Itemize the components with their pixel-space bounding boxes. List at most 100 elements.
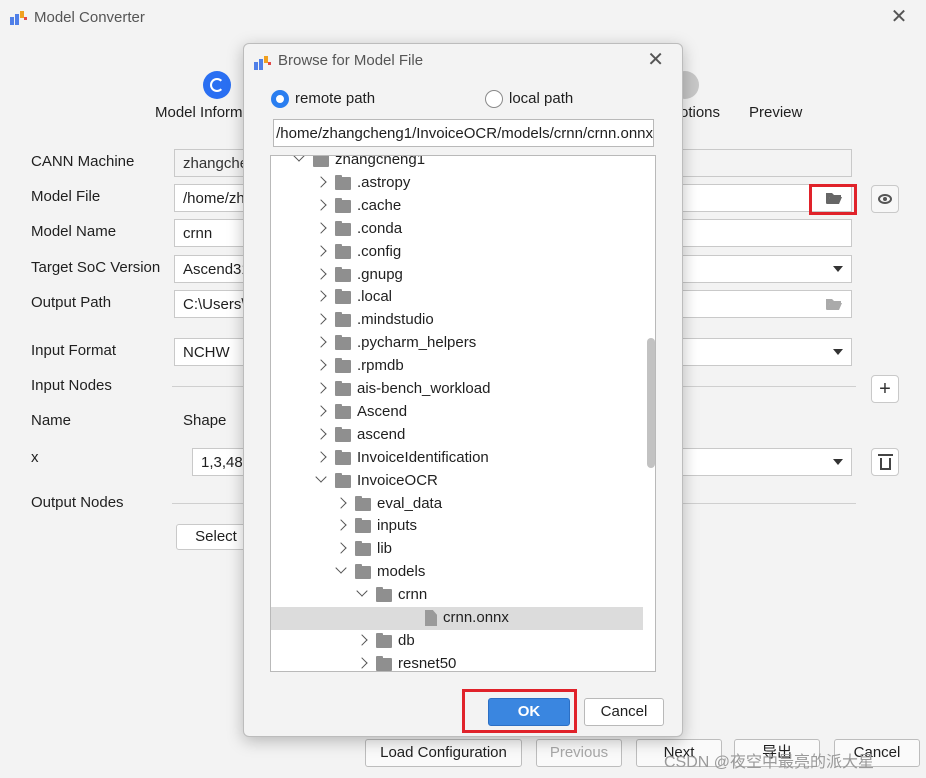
tree-folder-row[interactable]: Ascend — [271, 401, 643, 424]
tree-folder-row[interactable]: InvoiceOCR — [271, 470, 643, 493]
local-path-radio[interactable]: local path — [485, 89, 605, 109]
tree-folder-row[interactable]: zhangcheng1 — [271, 155, 643, 172]
chevron-right-icon[interactable] — [315, 451, 327, 463]
cancel-button[interactable]: Cancel — [584, 698, 664, 726]
chevron-down-icon[interactable] — [315, 470, 327, 483]
chevron-right-icon[interactable] — [315, 176, 327, 188]
dialog-close-icon[interactable]: ✕ — [647, 49, 664, 71]
tree-folder-row[interactable]: ascend — [271, 424, 643, 447]
folder-icon — [313, 156, 329, 167]
tree-item-label: crnn — [398, 586, 428, 604]
preview-model-button[interactable] — [871, 185, 899, 213]
chevron-right-icon[interactable] — [335, 496, 347, 509]
load-configuration-button[interactable]: Load Configuration — [365, 739, 522, 767]
folder-icon — [355, 564, 371, 580]
delete-node-button[interactable] — [871, 448, 899, 476]
watermark: CSDN @夜空中最亮的派大星 — [664, 754, 875, 771]
chevron-right-icon[interactable] — [315, 313, 327, 325]
tree-item-label: .cache — [357, 196, 402, 214]
dialog-title: Browse for Model File — [278, 52, 424, 69]
add-input-node-button[interactable]: + — [871, 375, 899, 403]
chevron-right-icon[interactable] — [335, 542, 347, 554]
folder-icon — [335, 312, 351, 328]
radio-checked-icon — [271, 90, 289, 108]
window-title: Model Converter — [34, 9, 145, 26]
folder-icon — [376, 587, 392, 603]
tree-folder-row[interactable]: resnet50 — [271, 653, 643, 671]
chevron-right-icon[interactable] — [315, 290, 327, 303]
eye-icon — [878, 194, 892, 204]
tree-scroll-thumb[interactable] — [647, 338, 655, 468]
tree-folder-row[interactable]: .gnupg — [271, 264, 643, 287]
tree-item-label: ais-bench_workload — [357, 380, 491, 397]
tree-folder-row[interactable]: .conda — [271, 218, 643, 241]
tree-item-label: .gnupg — [357, 265, 403, 283]
tree-file-row[interactable]: crnn.onnx — [271, 607, 643, 630]
ok-button[interactable]: OK — [488, 698, 570, 726]
chevron-down-icon[interactable] — [335, 562, 347, 574]
chevron-right-icon[interactable] — [315, 382, 327, 394]
tree-item-label: crnn.onnx — [443, 609, 509, 626]
tree-folder-row[interactable]: .cache — [271, 195, 643, 218]
chevron-right-icon[interactable] — [315, 336, 327, 348]
chevron-right-icon[interactable] — [315, 428, 327, 440]
tree-folder-row[interactable]: .local — [271, 286, 643, 309]
output-nodes-label: Output Nodes — [31, 494, 124, 511]
chevron-right-icon[interactable] — [315, 267, 327, 280]
folder-icon — [335, 472, 351, 488]
tree-folder-row[interactable]: .rpmdb — [271, 355, 643, 378]
model-file-label: Model File — [31, 188, 101, 205]
tree-item-label: .local — [357, 288, 393, 306]
folder-icon — [355, 541, 371, 557]
cann-machine-value: zhangche — [183, 155, 249, 172]
app-logo-icon — [10, 11, 27, 25]
chevron-down-icon[interactable] — [293, 156, 305, 162]
folder-icon — [335, 174, 351, 190]
tree-folder-row[interactable]: models — [271, 561, 643, 584]
folder-icon[interactable] — [825, 297, 843, 311]
tree-item-label: Ascend — [357, 402, 408, 420]
soc-version-value: Ascend31 — [183, 261, 250, 278]
step-preview[interactable]: Preview — [749, 104, 802, 121]
tree-folder-row[interactable]: .config — [271, 241, 643, 264]
tree-folder-row[interactable]: InvoiceIdentification — [271, 447, 643, 470]
chevron-right-icon[interactable] — [315, 405, 327, 417]
tree-folder-row[interactable]: eval_data — [271, 493, 643, 516]
plus-icon: + — [879, 378, 891, 400]
remote-path-label: remote path — [295, 90, 376, 107]
remote-path-radio[interactable]: remote path — [271, 89, 411, 109]
chevron-right-icon[interactable] — [356, 657, 368, 669]
tree-item-label: inputs — [377, 517, 418, 535]
tree-folder-row[interactable]: .astropy — [271, 172, 643, 195]
tree-item-label: .astropy — [357, 173, 411, 191]
path-input[interactable]: /home/zhangcheng1/InvoiceOCR/models/crnn… — [273, 119, 654, 147]
tree-folder-row[interactable]: crnn — [271, 584, 643, 607]
chevron-down-icon[interactable] — [356, 585, 368, 597]
tree-folder-row[interactable]: lib — [271, 538, 643, 561]
tree-item-label: .conda — [357, 219, 403, 237]
tree-folder-row[interactable]: .pycharm_helpers — [271, 332, 643, 355]
tree-item-label: InvoiceOCR — [357, 471, 438, 489]
tree-folder-row[interactable]: ais-bench_workload — [271, 378, 643, 401]
chevron-right-icon[interactable] — [315, 222, 327, 234]
chevron-right-icon[interactable] — [315, 244, 327, 257]
tree-folder-row[interactable]: db — [271, 630, 643, 653]
tree-folder-row[interactable]: .mindstudio — [271, 309, 643, 332]
tree-folder-row[interactable]: inputs — [271, 515, 643, 538]
window-close-icon[interactable]: ✕ — [888, 6, 910, 28]
step-model-information[interactable]: Model Inform — [155, 104, 243, 121]
chevron-right-icon[interactable] — [356, 634, 368, 646]
model-name-label: Model Name — [31, 223, 117, 240]
shape-column-label: Shape — [183, 412, 227, 429]
chevron-right-icon[interactable] — [315, 199, 327, 211]
folder-icon — [335, 335, 351, 351]
previous-button[interactable]: Previous — [536, 739, 622, 767]
local-path-label: local path — [509, 90, 574, 107]
input-nodes-label: Input Nodes — [31, 377, 112, 394]
chevron-right-icon[interactable] — [335, 519, 347, 532]
tree-item-label: zhangcheng1 — [335, 155, 426, 168]
file-tree[interactable]: resnet50 db crnn.onnx crnn models lib inputs ev… — [270, 155, 656, 672]
step-options[interactable]: otions — [680, 104, 720, 121]
chevron-right-icon[interactable] — [315, 359, 327, 371]
